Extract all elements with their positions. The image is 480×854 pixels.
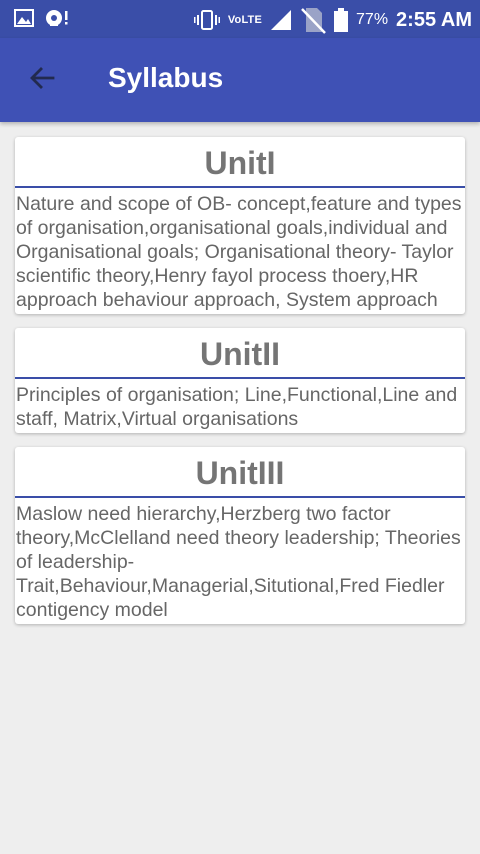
syllabus-list: UnitI Nature and scope of OB- concept,fe… bbox=[0, 122, 480, 624]
app-bar: Syllabus bbox=[0, 38, 480, 122]
unit-description: Principles of organisation; Line,Functio… bbox=[16, 384, 458, 430]
battery-percent: 77% bbox=[356, 11, 389, 28]
back-arrow-icon bbox=[30, 67, 55, 89]
unit-description: Nature and scope of OB- concept,feature … bbox=[16, 193, 462, 311]
volte-label: VoLTE bbox=[227, 14, 263, 26]
unit-description: Maslow need hierarchy,Herzberg two facto… bbox=[16, 503, 461, 621]
signal-icon bbox=[271, 10, 292, 30]
notification-icons bbox=[14, 8, 70, 28]
status-bar: VoLTE 77% 2:55 AM bbox=[0, 0, 480, 38]
unit-title: UnitIII bbox=[15, 447, 465, 498]
unit-card: UnitIII Maslow need hierarchy,Herzberg t… bbox=[15, 447, 465, 624]
disc-alert-icon bbox=[46, 10, 68, 26]
system-status: VoLTE 77% 2:55 AM bbox=[193, 6, 472, 34]
unit-card: UnitII Principles of organisation; Line,… bbox=[15, 328, 465, 433]
back-button[interactable] bbox=[26, 62, 58, 94]
no-sim-icon bbox=[301, 8, 326, 34]
page-title: Syllabus bbox=[108, 62, 224, 93]
unit-title: UnitI bbox=[15, 137, 465, 188]
unit-card: UnitI Nature and scope of OB- concept,fe… bbox=[15, 137, 465, 314]
unit-title: UnitII bbox=[15, 328, 465, 379]
status-clock: 2:55 AM bbox=[396, 8, 472, 31]
gallery-icon bbox=[14, 9, 34, 27]
battery-icon bbox=[334, 8, 349, 32]
vibrate-icon bbox=[193, 10, 220, 30]
